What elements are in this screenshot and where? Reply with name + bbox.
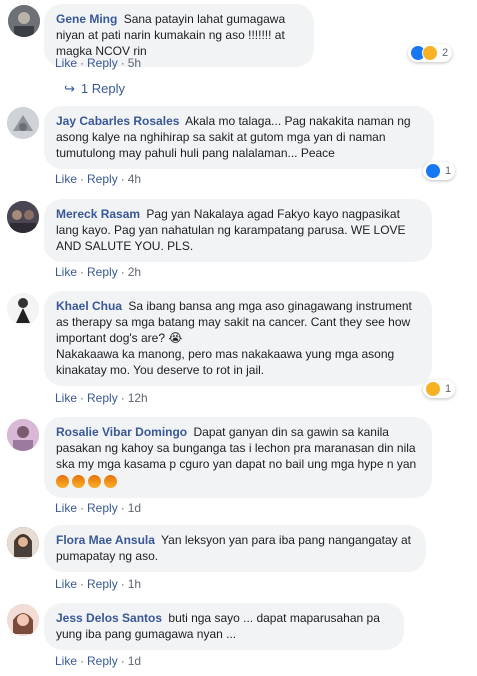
avatar[interactable] <box>7 527 39 559</box>
reply-arrow-icon: ↪ <box>64 81 75 96</box>
reply-link[interactable]: Reply <box>87 265 118 279</box>
like-link[interactable]: Like <box>55 577 77 591</box>
reply-link[interactable]: Reply <box>87 391 118 405</box>
angry-emoji-line <box>56 474 420 490</box>
reaction-count: 2 <box>442 47 449 59</box>
reaction-count: 1 <box>445 165 452 177</box>
comment-author[interactable]: Gene Ming <box>56 12 117 26</box>
avatar[interactable] <box>7 201 39 233</box>
reply-link[interactable]: Reply <box>87 654 118 668</box>
comment-bubble: Rosalie Vibar Domingo Dapat ganyan din s… <box>44 417 432 498</box>
comment-bubble: Jay Cabarles Rosales Akala mo talaga... … <box>44 106 434 169</box>
comment-actions: Like · Reply · 12h <box>55 391 148 405</box>
angry-face-icon <box>104 475 117 488</box>
comment-author[interactable]: Mereck Rasam <box>56 207 140 221</box>
reaction-summary[interactable]: 1 <box>423 380 456 398</box>
comment-bubble: Jess Delos Santos buti nga sayo ... dapa… <box>44 603 404 650</box>
reaction-summary[interactable]: 2 <box>408 44 453 62</box>
comment-author[interactable]: Jess Delos Santos <box>56 611 162 625</box>
comment-actions: Like · Reply · 1h <box>55 577 142 591</box>
reply-link[interactable]: Reply <box>87 172 118 186</box>
angry-face-icon <box>56 475 69 488</box>
like-link[interactable]: Like <box>55 56 77 70</box>
reaction-count: 1 <box>445 383 452 395</box>
reply-link[interactable]: Reply <box>87 501 118 515</box>
avatar[interactable] <box>7 107 39 139</box>
reply-link[interactable]: Reply <box>87 577 118 591</box>
comment-actions: Like · Reply · 1d <box>55 654 142 668</box>
comment-actions: Like · Reply · 4h <box>55 172 142 186</box>
reaction-summary[interactable]: 1 <box>423 162 456 180</box>
comment-actions: Like · Reply · 5h <box>55 56 142 70</box>
avatar[interactable] <box>8 5 40 37</box>
like-link[interactable]: Like <box>55 501 77 515</box>
avatar[interactable] <box>7 604 39 636</box>
like-reaction-icon <box>425 163 441 179</box>
comment-time[interactable]: 5h <box>128 56 141 70</box>
like-link[interactable]: Like <box>55 265 77 279</box>
comment-time[interactable]: 1h <box>128 577 141 591</box>
comment-bubble: Khael Chua Sa ibang bansa ang mga aso gi… <box>44 291 432 386</box>
angry-face-icon <box>72 475 85 488</box>
sad-reaction-icon <box>425 381 441 397</box>
like-link[interactable]: Like <box>55 654 77 668</box>
comment-bubble: Mereck Rasam Pag yan Nakalaya agad Fakyo… <box>44 199 432 262</box>
comment-author[interactable]: Jay Cabarles Rosales <box>56 114 179 128</box>
avatar[interactable] <box>7 419 39 451</box>
comment-actions: Like · Reply · 2h <box>55 265 142 279</box>
comment-actions: Like · Reply · 1d <box>55 501 142 515</box>
like-link[interactable]: Like <box>55 172 77 186</box>
comment-time[interactable]: 4h <box>128 172 141 186</box>
comment-time[interactable]: 12h <box>128 391 148 405</box>
view-replies-link[interactable]: ↪ 1 Reply <box>64 81 125 97</box>
comment-author[interactable]: Khael Chua <box>56 299 122 313</box>
comment-author[interactable]: Flora Mae Ansula <box>56 533 155 547</box>
reply-link[interactable]: Reply <box>87 56 118 70</box>
like-link[interactable]: Like <box>55 391 77 405</box>
comment-bubble: Flora Mae Ansula Yan leksyon yan para ib… <box>44 525 426 572</box>
angry-face-icon <box>88 475 101 488</box>
avatar[interactable] <box>7 293 39 325</box>
comment-time[interactable]: 2h <box>128 265 141 279</box>
comment-time[interactable]: 1d <box>128 501 141 515</box>
comment-time[interactable]: 1d <box>128 654 141 668</box>
comment-author[interactable]: Rosalie Vibar Domingo <box>56 425 187 439</box>
haha-reaction-icon <box>422 45 438 61</box>
